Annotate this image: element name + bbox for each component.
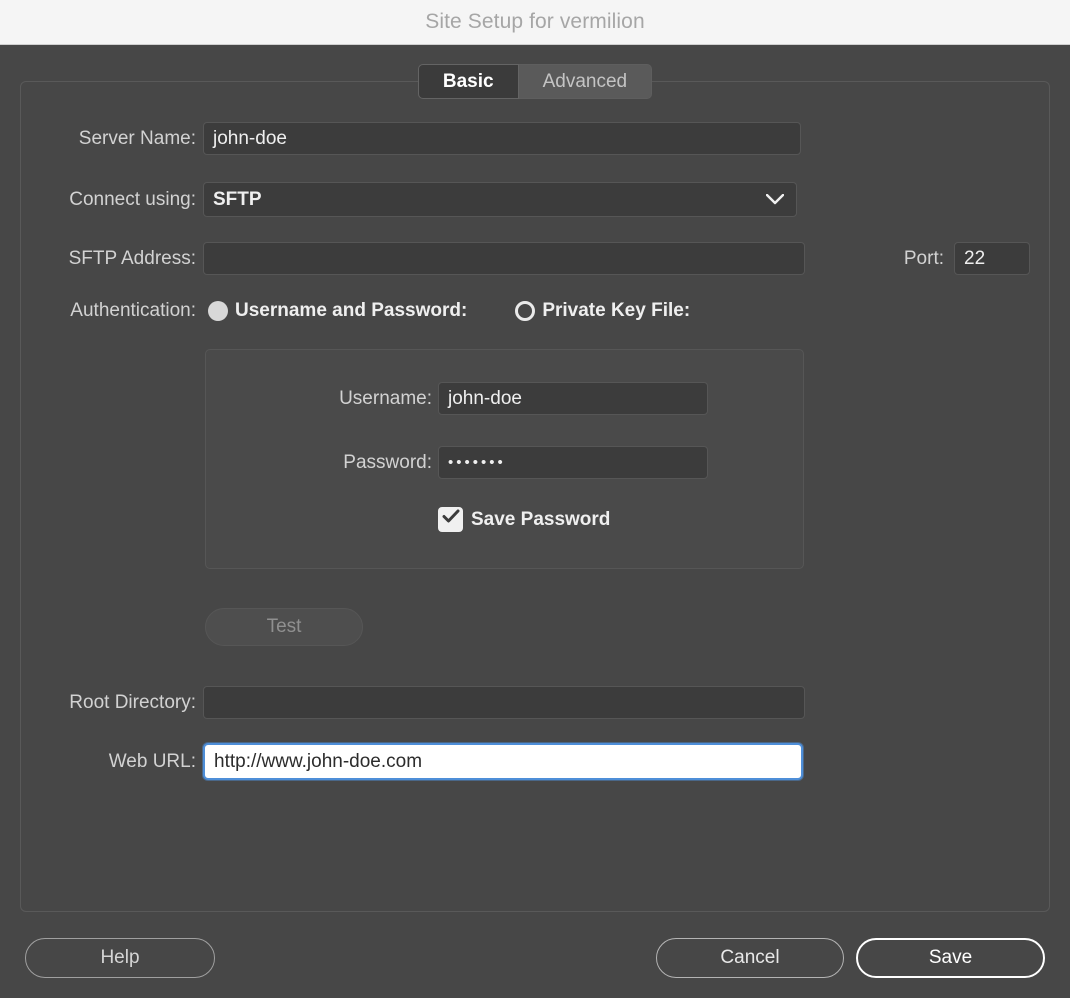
- cancel-button-label: Cancel: [720, 947, 779, 969]
- window-title: Site Setup for vermilion: [425, 10, 645, 34]
- web-url-row: Web URL: http://www.john-doe.com: [96, 743, 803, 780]
- root-directory-row: Root Directory:: [36, 686, 805, 719]
- tab-advanced[interactable]: Advanced: [519, 64, 653, 99]
- root-directory-input[interactable]: [203, 686, 805, 719]
- authentication-row: Authentication: Username and Password: P…: [36, 300, 690, 322]
- save-password-row[interactable]: Save Password: [438, 507, 610, 532]
- sftp-address-input[interactable]: [203, 242, 805, 275]
- cancel-button[interactable]: Cancel: [656, 938, 844, 978]
- tab-bar: Basic Advanced: [0, 64, 1070, 99]
- radio-username-password[interactable]: Username and Password:: [208, 300, 467, 322]
- connect-using-label: Connect using:: [36, 189, 196, 211]
- connect-using-row: Connect using: SFTP: [36, 182, 826, 217]
- connect-using-value: SFTP: [213, 189, 262, 211]
- port-label: Port:: [888, 248, 944, 270]
- test-button[interactable]: Test: [205, 608, 363, 646]
- password-label: Password:: [240, 452, 432, 474]
- save-button-label: Save: [929, 947, 972, 969]
- sftp-address-row: SFTP Address:: [36, 242, 826, 275]
- server-name-label: Server Name:: [36, 128, 196, 150]
- sftp-address-label: SFTP Address:: [36, 248, 196, 270]
- tab-basic-label: Basic: [443, 71, 494, 93]
- help-button-label: Help: [100, 947, 139, 969]
- radio-private-key-file[interactable]: Private Key File:: [515, 300, 690, 322]
- port-input[interactable]: 22: [954, 242, 1030, 275]
- tab-basic[interactable]: Basic: [418, 64, 519, 99]
- radio-username-password-label: Username and Password:: [235, 300, 467, 322]
- authentication-label: Authentication:: [36, 300, 196, 322]
- server-name-input[interactable]: john-doe: [203, 122, 801, 155]
- password-row: Password: •••••••: [240, 446, 708, 479]
- chevron-down-icon: [766, 189, 784, 211]
- username-input[interactable]: john-doe: [438, 382, 708, 415]
- radio-selected-icon: [208, 301, 228, 321]
- checkmark-icon: [442, 510, 459, 529]
- root-directory-label: Root Directory:: [36, 692, 196, 714]
- save-password-label: Save Password: [471, 509, 610, 531]
- tab-advanced-label: Advanced: [543, 71, 628, 93]
- port-row: Port: 22: [888, 242, 1030, 275]
- server-name-row: Server Name: john-doe: [36, 122, 826, 155]
- radio-unselected-icon: [515, 301, 535, 321]
- titlebar: Site Setup for vermilion: [0, 0, 1070, 45]
- username-row: Username: john-doe: [240, 382, 708, 415]
- web-url-input[interactable]: http://www.john-doe.com: [203, 743, 803, 780]
- username-label: Username:: [240, 388, 432, 410]
- web-url-label: Web URL:: [96, 751, 196, 773]
- test-button-label: Test: [267, 616, 302, 638]
- help-button[interactable]: Help: [25, 938, 215, 978]
- radio-private-key-file-label: Private Key File:: [542, 300, 690, 322]
- site-setup-dialog: Site Setup for vermilion Basic Advanced …: [0, 0, 1070, 998]
- password-input[interactable]: •••••••: [438, 446, 708, 479]
- save-button[interactable]: Save: [856, 938, 1045, 978]
- save-password-checkbox[interactable]: [438, 507, 463, 532]
- connect-using-select[interactable]: SFTP: [203, 182, 797, 217]
